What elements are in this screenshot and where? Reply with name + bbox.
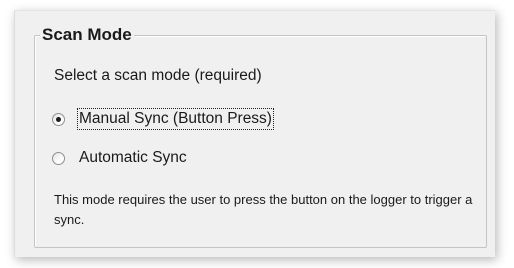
dialog-panel: Scan Mode Select a scan mode (required) … xyxy=(14,10,495,257)
scan-mode-group-title: Scan Mode xyxy=(40,24,134,46)
radio-label-manual-sync[interactable]: Manual Sync (Button Press) xyxy=(77,108,274,130)
radio-option-manual-sync[interactable]: Manual Sync (Button Press) xyxy=(52,107,274,131)
scan-mode-description: This mode requires the user to press the… xyxy=(54,192,473,227)
scan-mode-prompt: Select a scan mode (required) xyxy=(54,67,262,84)
radio-option-automatic-sync[interactable]: Automatic Sync xyxy=(52,146,189,170)
radio-label-automatic-sync[interactable]: Automatic Sync xyxy=(77,147,189,169)
radio-unselected-icon[interactable] xyxy=(52,151,65,165)
radio-selected-icon[interactable] xyxy=(52,112,65,126)
